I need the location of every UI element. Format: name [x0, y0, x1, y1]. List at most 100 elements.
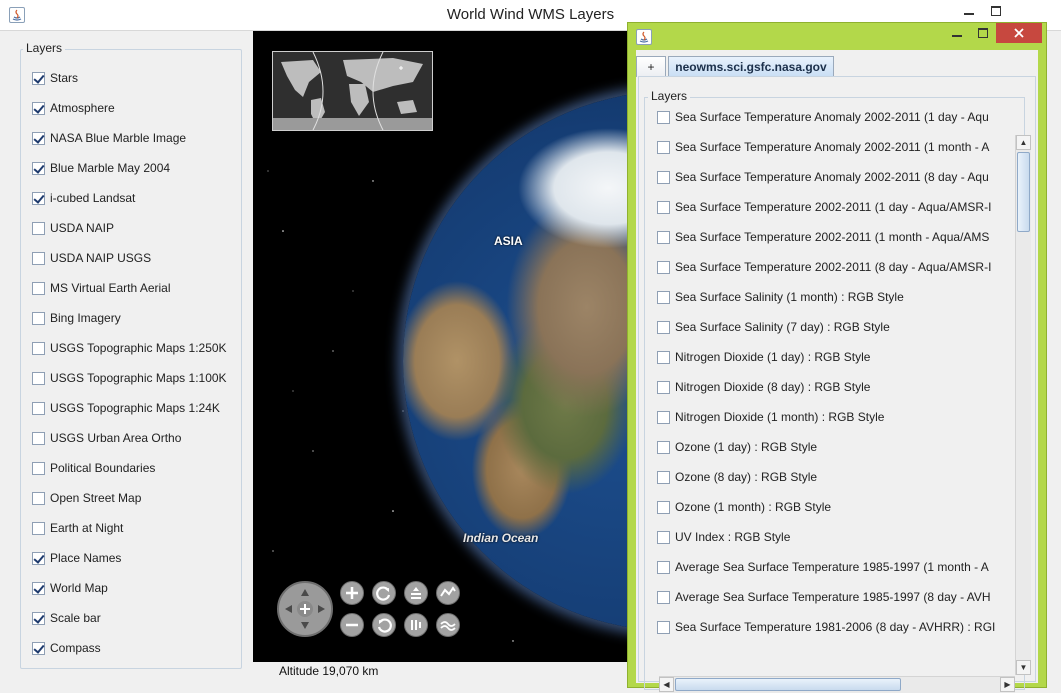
layer-checkbox[interactable]: [32, 581, 45, 595]
server-layer-checkbox[interactable]: [657, 350, 670, 364]
layer-item[interactable]: Blue Marble May 2004: [32, 159, 170, 177]
tilt-up-icon[interactable]: [404, 581, 428, 605]
server-layer-checkbox[interactable]: [657, 500, 670, 514]
tilt-down-icon[interactable]: [404, 613, 428, 637]
horizontal-scrollbar[interactable]: ◀ ▶: [659, 676, 1015, 693]
layer-item[interactable]: USGS Topographic Maps 1:100K: [32, 369, 227, 387]
layer-item[interactable]: MS Virtual Earth Aerial: [32, 279, 171, 297]
layer-item[interactable]: USGS Topographic Maps 1:250K: [32, 339, 227, 357]
layer-checkbox[interactable]: [32, 71, 45, 85]
server-layer-checkbox[interactable]: [657, 140, 670, 154]
maximize-button[interactable]: [981, 0, 1011, 22]
server-layer-item[interactable]: Sea Surface Temperature 1981-2006 (8 day…: [657, 618, 1007, 636]
server-layer-item[interactable]: Sea Surface Temperature Anomaly 2002-201…: [657, 108, 1007, 126]
horizontal-scroll-thumb[interactable]: [675, 678, 901, 691]
server-layer-checkbox[interactable]: [657, 380, 670, 394]
layer-item[interactable]: USGS Topographic Maps 1:24K: [32, 399, 220, 417]
server-layer-item[interactable]: Sea Surface Temperature 2002-2011 (1 mon…: [657, 228, 1007, 246]
server-layer-checkbox[interactable]: [657, 170, 670, 184]
layer-checkbox[interactable]: [32, 461, 45, 475]
vertical-scrollbar[interactable]: ▲ ▼: [1015, 135, 1031, 675]
server-layer-checkbox[interactable]: [657, 230, 670, 244]
dialog-close-button[interactable]: [996, 23, 1042, 43]
server-layer-checkbox[interactable]: [657, 200, 670, 214]
layer-item[interactable]: Political Boundaries: [32, 459, 155, 477]
scroll-left-arrow-icon[interactable]: ◀: [659, 677, 674, 692]
server-layer-item[interactable]: Nitrogen Dioxide (8 day) : RGB Style: [657, 378, 1007, 396]
server-layer-item[interactable]: Nitrogen Dioxide (1 day) : RGB Style: [657, 348, 1007, 366]
layer-checkbox[interactable]: [32, 431, 45, 445]
layer-checkbox[interactable]: [32, 131, 45, 145]
pan-control[interactable]: [277, 581, 333, 637]
server-layer-checkbox[interactable]: [657, 440, 670, 454]
server-layer-item[interactable]: Sea Surface Temperature Anomaly 2002-201…: [657, 138, 1007, 156]
minimize-button[interactable]: [954, 0, 984, 22]
layer-checkbox[interactable]: [32, 491, 45, 505]
layer-checkbox[interactable]: [32, 191, 45, 205]
layer-item[interactable]: World Map: [32, 579, 108, 597]
scroll-right-arrow-icon[interactable]: ▶: [1000, 677, 1015, 692]
java-app-icon[interactable]: [636, 29, 652, 45]
server-layer-item[interactable]: Average Sea Surface Temperature 1985-199…: [657, 558, 1007, 576]
layer-item[interactable]: Stars: [32, 69, 78, 87]
layer-checkbox[interactable]: [32, 281, 45, 295]
server-layer-item[interactable]: Nitrogen Dioxide (1 month) : RGB Style: [657, 408, 1007, 426]
layer-checkbox[interactable]: [32, 371, 45, 385]
layer-checkbox[interactable]: [32, 251, 45, 265]
layer-item[interactable]: Place Names: [32, 549, 121, 567]
server-layer-item[interactable]: Average Sea Surface Temperature 1985-199…: [657, 588, 1007, 606]
layer-checkbox[interactable]: [32, 311, 45, 325]
layer-item[interactable]: Open Street Map: [32, 489, 141, 507]
layer-item[interactable]: USGS Urban Area Ortho: [32, 429, 181, 447]
layer-item[interactable]: USDA NAIP USGS: [32, 249, 151, 267]
server-layer-item[interactable]: Sea Surface Temperature Anomaly 2002-201…: [657, 168, 1007, 186]
server-layer-checkbox[interactable]: [657, 560, 670, 574]
layer-item[interactable]: NASA Blue Marble Image: [32, 129, 186, 147]
server-layer-item[interactable]: Ozone (1 day) : RGB Style: [657, 438, 1007, 456]
vertical-exaggeration-up-icon[interactable]: [436, 581, 460, 605]
server-layer-checkbox[interactable]: [657, 620, 670, 634]
layer-item[interactable]: Scale bar: [32, 609, 101, 627]
layer-checkbox[interactable]: [32, 521, 45, 535]
tab-neowms-server[interactable]: neowms.sci.gsfc.nasa.gov: [668, 56, 834, 77]
server-layer-checkbox[interactable]: [657, 320, 670, 334]
server-layer-item[interactable]: Sea Surface Temperature 2002-2011 (8 day…: [657, 258, 1007, 276]
server-layer-checkbox[interactable]: [657, 590, 670, 604]
layer-checkbox[interactable]: [32, 551, 45, 565]
server-layer-checkbox[interactable]: [657, 110, 670, 124]
layer-item[interactable]: USDA NAIP: [32, 219, 114, 237]
server-layer-item[interactable]: UV Index : RGB Style: [657, 528, 1007, 546]
server-layer-checkbox[interactable]: [657, 410, 670, 424]
zoom-out-button[interactable]: [340, 613, 364, 637]
world-map-overview[interactable]: [272, 51, 433, 131]
rotate-left-icon[interactable]: [372, 581, 396, 605]
server-layer-item[interactable]: Ozone (8 day) : RGB Style: [657, 468, 1007, 486]
server-layer-checkbox[interactable]: [657, 260, 670, 274]
server-layer-item[interactable]: Sea Surface Salinity (7 day) : RGB Style: [657, 318, 1007, 336]
layer-item[interactable]: Atmosphere: [32, 99, 115, 117]
server-layer-checkbox[interactable]: [657, 530, 670, 544]
layer-checkbox[interactable]: [32, 611, 45, 625]
server-layer-checkbox[interactable]: [657, 290, 670, 304]
layer-item[interactable]: Bing Imagery: [32, 309, 121, 327]
server-layer-checkbox[interactable]: [657, 470, 670, 484]
layer-checkbox[interactable]: [32, 401, 45, 415]
server-layer-item[interactable]: Ozone (1 month) : RGB Style: [657, 498, 1007, 516]
layer-item[interactable]: i-cubed Landsat: [32, 189, 135, 207]
server-layer-item[interactable]: Sea Surface Salinity (1 month) : RGB Sty…: [657, 288, 1007, 306]
scroll-down-arrow-icon[interactable]: ▼: [1016, 660, 1031, 675]
vertical-exaggeration-down-icon[interactable]: [436, 613, 460, 637]
layer-checkbox[interactable]: [32, 161, 45, 175]
dialog-maximize-button[interactable]: [968, 23, 998, 43]
server-layer-item[interactable]: Sea Surface Temperature 2002-2011 (1 day…: [657, 198, 1007, 216]
layer-item[interactable]: Compass: [32, 639, 101, 657]
layer-checkbox[interactable]: [32, 641, 45, 655]
vertical-scroll-thumb[interactable]: [1017, 152, 1030, 232]
layer-checkbox[interactable]: [32, 341, 45, 355]
scroll-up-arrow-icon[interactable]: ▲: [1016, 135, 1031, 150]
rotate-right-icon[interactable]: [372, 613, 396, 637]
globe-view[interactable]: ASIA Indian Ocean: [253, 31, 628, 662]
zoom-in-button[interactable]: [340, 581, 364, 605]
layer-checkbox[interactable]: [32, 101, 45, 115]
layer-item[interactable]: Earth at Night: [32, 519, 123, 537]
